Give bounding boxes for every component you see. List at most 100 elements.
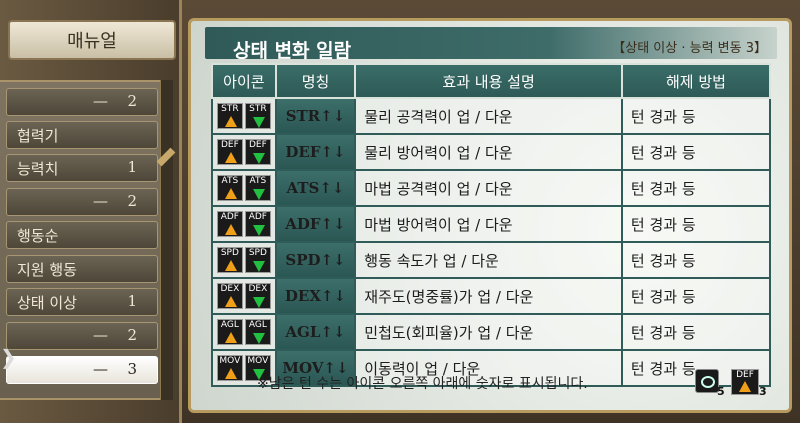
buff-up-icon: SPD: [216, 247, 243, 273]
effect-description: 물리 방어력이 업 / 다운: [354, 133, 623, 171]
menu-item-number: 2: [127, 92, 137, 110]
effect-release: 턴 경과 등: [620, 241, 772, 279]
icon-abbr: ADF: [248, 212, 267, 222]
legend-eye-count: 5: [717, 385, 725, 398]
page-title: 상태 변화 일람: [233, 40, 352, 62]
menu-item-dash: —: [93, 326, 108, 344]
menu-item-number: 1: [127, 292, 137, 310]
table-row: STR STR STR↑↓ 물리 공격력이 업 / 다운 턴 경과 등: [211, 97, 772, 135]
buff-up-icon: DEX: [216, 283, 243, 309]
icon-abbr: DEX: [220, 284, 240, 294]
effect-description: 행동 속도가 업 / 다운: [354, 241, 623, 279]
effect-name: DEF↑↓: [274, 133, 357, 171]
menu-item-label: 협력기: [17, 127, 59, 145]
buff-up-icon: MOV: [216, 355, 243, 381]
legend-def-count: 3: [759, 385, 767, 398]
table-row: AGL AGL AGL↑↓ 민첩도(회피율)가 업 / 다운 턴 경과 등: [211, 313, 772, 351]
effect-description: 민첩도(회피율)가 업 / 다운: [354, 313, 623, 351]
buff-up-icon: DEF: [216, 139, 243, 165]
menu-item-4[interactable]: — 2: [6, 188, 158, 216]
table-row: DEX DEX DEX↑↓ 재주도(명중률)가 업 / 다운 턴 경과 등: [211, 277, 772, 315]
eye-icon: [695, 369, 719, 393]
main-panel: 상태 변화 일람 【상태 이상 · 능력 변동 3】 아이콘 명칭 효과 내용 …: [188, 18, 792, 413]
table-row: SPD SPD SPD↑↓ 행동 속도가 업 / 다운 턴 경과 등: [211, 241, 772, 279]
menu-item-1[interactable]: — 2: [6, 88, 158, 116]
icon-abbr: MOV: [247, 356, 269, 366]
menu-item-9-selected[interactable]: — 3: [6, 356, 158, 384]
icon-cell: DEF DEF: [211, 133, 277, 171]
icon-cell: ATS ATS: [211, 169, 277, 207]
buff-up-icon: ATS: [216, 175, 243, 201]
header-name: 명칭: [274, 63, 357, 99]
header-release: 해제 방법: [620, 63, 772, 99]
menu-item-number: 3: [127, 360, 137, 378]
menu-item-6[interactable]: 지원 행동: [6, 255, 158, 283]
scrollbar[interactable]: [160, 80, 173, 400]
effect-release: 턴 경과 등: [620, 313, 772, 351]
icon-abbr: SPD: [220, 248, 239, 258]
icon-abbr: DEF: [248, 140, 267, 150]
menu-item-5[interactable]: 행동순: [6, 221, 158, 249]
debuff-down-icon: ATS: [244, 175, 271, 201]
icon-cell: ADF ADF: [211, 205, 277, 243]
effect-description: 물리 공격력이 업 / 다운: [354, 97, 623, 135]
effect-name: SPD↑↓: [274, 241, 357, 279]
buff-up-icon: AGL: [216, 319, 243, 345]
effect-name: STR↑↓: [274, 97, 357, 135]
table-row: ATS ATS ATS↑↓ 마법 공격력이 업 / 다운 턴 경과 등: [211, 169, 772, 207]
debuff-down-icon: SPD: [244, 247, 271, 273]
header-icon: 아이콘: [211, 63, 277, 99]
table-row: ADF ADF ADF↑↓ 마법 방어력이 업 / 다운 턴 경과 등: [211, 205, 772, 243]
menu-item-number: 2: [127, 326, 137, 344]
icon-abbr: STR: [249, 104, 267, 114]
icon-abbr: SPD: [248, 248, 267, 258]
buff-up-icon: STR: [216, 103, 243, 129]
menu-item-3[interactable]: 능력치 1: [6, 154, 158, 182]
menu-item-label: 상태 이상: [17, 294, 77, 312]
effect-name: DEX↑↓: [274, 277, 357, 315]
menu-item-label: 행동순: [17, 227, 59, 245]
menu-item-7[interactable]: 상태 이상 1: [6, 288, 158, 316]
effect-release: 턴 경과 등: [620, 205, 772, 243]
menu-item-number: 2: [127, 192, 137, 210]
def-buff-icon: DEF: [731, 369, 759, 395]
menu-item-label: 능력치: [17, 160, 59, 178]
table-row: DEF DEF DEF↑↓ 물리 방어력이 업 / 다운 턴 경과 등: [211, 133, 772, 171]
effect-release: 턴 경과 등: [620, 133, 772, 171]
icon-cell: AGL AGL: [211, 313, 277, 351]
menu-item-2[interactable]: 협력기: [6, 121, 158, 149]
icon-abbr: MOV: [219, 356, 241, 366]
icon-abbr: ATS: [249, 176, 267, 186]
menu-item-8[interactable]: — 2: [6, 322, 158, 350]
icon-abbr: ADF: [220, 212, 239, 222]
menu-title: 매뉴얼: [8, 20, 176, 60]
effect-name: ADF↑↓: [274, 205, 357, 243]
icon-abbr: DEF: [220, 140, 239, 150]
menu-item-dash: —: [93, 360, 108, 378]
header-bar: 상태 변화 일람 【상태 이상 · 능력 변동 3】: [205, 27, 777, 62]
effect-description: 마법 공격력이 업 / 다운: [354, 169, 623, 207]
page-subtitle: 【상태 이상 · 능력 변동 3】: [612, 41, 767, 56]
debuff-down-icon: DEF: [244, 139, 271, 165]
debuff-down-icon: DEX: [244, 283, 271, 309]
status-effects-table: 아이콘 명칭 효과 내용 설명 해제 방법 STR STR STR↑↓ 물리 공격력이…: [211, 63, 772, 387]
effect-description: 마법 방어력이 업 / 다운: [354, 205, 623, 243]
menu-item-dash: —: [93, 92, 108, 110]
icon-abbr: AGL: [220, 320, 239, 330]
debuff-down-icon: AGL: [244, 319, 271, 345]
icon-abbr: DEX: [248, 284, 268, 294]
icon-cell: SPD SPD: [211, 241, 277, 279]
selection-cursor-icon: ❯: [0, 345, 17, 369]
header-description: 효과 내용 설명: [354, 63, 623, 99]
effect-release: 턴 경과 등: [620, 97, 772, 135]
menu-item-dash: —: [93, 192, 108, 210]
icon-cell: DEX DEX: [211, 277, 277, 315]
effect-release: 턴 경과 등: [620, 277, 772, 315]
icon-abbr: ATS: [221, 176, 239, 186]
icon-abbr: AGL: [248, 320, 267, 330]
effect-release: 턴 경과 등: [620, 169, 772, 207]
def-icon-label: DEF: [736, 370, 754, 380]
menu-item-number: 1: [127, 158, 137, 176]
icon-abbr: STR: [221, 104, 239, 114]
icon-cell: STR STR: [211, 97, 277, 135]
